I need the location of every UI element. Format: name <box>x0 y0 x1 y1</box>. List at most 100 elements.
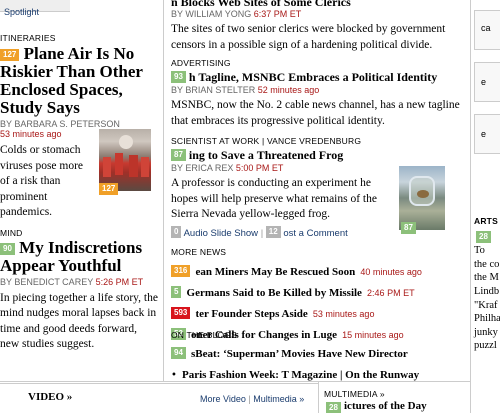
byline-text: By ERICA REX <box>171 163 234 174</box>
right-box[interactable]: e <box>474 114 500 154</box>
timestamp: 53 minutes ago <box>312 309 375 319</box>
headline-text[interactable]: Paris Fashion Week: T Magazine | On the … <box>182 369 419 381</box>
story-headline[interactable]: 93 h Tagline, MSNBC Embraces a Political… <box>171 70 467 84</box>
text-line: Lindb <box>474 285 500 297</box>
bullet-icon: • <box>171 370 177 381</box>
story-summary: In piecing together a life story, the mi… <box>0 291 158 351</box>
story-timestamp: 6:37 PM ET <box>253 9 302 20</box>
story-kicker: ADVERTISING <box>171 58 231 68</box>
story-headline-text[interactable]: Plane Air Is No Riskier Than Other Enclo… <box>0 44 143 117</box>
comment-count-badge[interactable]: 593 <box>171 307 191 319</box>
story-headline[interactable]: n Blocks Web Sites of Some Clerics <box>171 0 467 9</box>
story-timestamp: 5:00 PM ET <box>235 163 284 174</box>
divider-left <box>163 0 164 381</box>
video-links: More Video | Multimedia » <box>200 394 304 404</box>
story-summary: The sites of two senior clerics were blo… <box>171 23 446 51</box>
right-box-text: e <box>481 129 487 139</box>
comment-count-badge[interactable]: 93 <box>171 71 186 83</box>
story-headline-text[interactable]: My Indiscretions Appear Youthful <box>0 238 142 275</box>
text-line: junky <box>474 326 498 338</box>
right-top-boxes: ca e e <box>474 0 500 160</box>
right-box-text: e <box>481 77 487 87</box>
byline-text: By BENEDICT CAREY <box>0 276 94 287</box>
story-summary: Colds or stomach viruses pose more of a … <box>0 144 84 219</box>
comment-count-badge[interactable]: 316 <box>171 265 191 277</box>
section-kicker: ON THE BLOGS <box>171 330 238 340</box>
middle-column: n Blocks Web Sites of Some Clerics By WI… <box>165 0 470 381</box>
story-clerics: n Blocks Web Sites of Some Clerics By WI… <box>171 0 467 53</box>
left-column: Spotlight ITINERARIES 127 Plane Air Is N… <box>0 0 162 381</box>
comment-count-badge[interactable]: 12 <box>265 225 281 238</box>
video-label[interactable]: VIDEO » <box>28 391 72 404</box>
text-line: the co <box>474 258 500 270</box>
story-mind: MIND 90 My Indiscretions Appear Youthful… <box>0 228 162 353</box>
more-news-item[interactable]: 5 Germans Said to Be Killed by Missile 2… <box>171 281 467 300</box>
blog-item[interactable]: 94 sBeat: ‘Superman’ Movies Have New Dir… <box>171 342 467 361</box>
text-line: Philha <box>474 313 500 325</box>
story-kicker: MIND <box>0 228 23 238</box>
story-kicker: SCIENTIST AT WORK | VANCE VREDENBURG <box>171 136 362 146</box>
divider-bottom-mid <box>318 381 319 413</box>
text-line: puzzl <box>474 340 497 352</box>
multimedia-kicker[interactable]: MULTIMEDIA » <box>324 389 385 399</box>
story-headline[interactable]: 127 Plane Air Is No Riskier Than Other E… <box>0 45 162 116</box>
story-byline: By BRIAN STELTER 52 minutes ago <box>171 85 467 95</box>
headline-text[interactable]: ean Miners May Be Rescued Soon <box>195 266 355 278</box>
story-advertising: ADVERTISING 93 h Tagline, MSNBC Embraces… <box>171 58 467 129</box>
photo-comment-badge[interactable]: 87 <box>401 222 416 234</box>
text-line: the M <box>474 272 499 284</box>
photo-comment-badge[interactable]: 127 <box>99 183 119 195</box>
text-line: "Kraf <box>474 299 498 311</box>
timestamp: 2:46 PM ET <box>367 288 415 298</box>
right-box[interactable]: e <box>474 62 500 102</box>
story-headline[interactable]: 90 My Indiscretions Appear Youthful <box>0 239 162 275</box>
comment-count-badge[interactable]: 94 <box>171 347 186 359</box>
story-timestamp: 5:26 PM ET <box>95 276 144 287</box>
more-video-link[interactable]: More Video <box>200 394 246 404</box>
comment-count-badge[interactable]: 127 <box>0 49 20 61</box>
comment-count-badge[interactable]: 28 <box>326 402 341 413</box>
comment-count-badge[interactable]: 90 <box>0 243 15 255</box>
on-the-blogs: ON THE BLOGS 94 sBeat: ‘Superman’ Movies… <box>171 330 467 382</box>
comment-count-badge[interactable]: 5 <box>171 286 182 298</box>
story-timestamp: 52 minutes ago <box>257 85 320 96</box>
spotlight-tab[interactable]: Spotlight <box>0 0 70 17</box>
story-headline[interactable]: 87 ing to Save a Threatened Frog <box>171 148 467 162</box>
more-news-item[interactable]: 593 ter Founder Steps Aside 53 minutes a… <box>171 302 467 321</box>
headline-text[interactable]: Germans Said to Be Killed by Missile <box>187 287 362 299</box>
airplane-cabin-photo[interactable] <box>99 129 151 191</box>
arts-summary: To the co the M Lindb "Kraf Philha junky… <box>474 244 500 353</box>
byline-text: By BRIAN STELTER <box>171 85 256 96</box>
timestamp: 40 minutes ago <box>360 267 422 277</box>
story-byline: By WILLIAM YONG 6:37 PM ET <box>171 9 467 19</box>
headline-text[interactable]: ter Founder Steps Aside <box>195 308 307 320</box>
audio-count-badge[interactable]: 0 <box>171 225 182 238</box>
story-summary: A professor is conducting an experiment … <box>171 177 377 221</box>
more-news-item[interactable]: 316 ean Miners May Be Rescued Soon 40 mi… <box>171 260 467 279</box>
story-summary: MSNBC, now the No. 2 cable news channel,… <box>171 99 460 127</box>
frog-photo[interactable] <box>399 166 445 230</box>
text-line: To <box>474 245 485 256</box>
story-headline-text[interactable]: h Tagline, MSNBC Embraces a Political Id… <box>189 70 437 84</box>
section-kicker: MORE NEWS <box>171 247 227 257</box>
post-comment-link[interactable]: ost a Comment <box>283 228 347 239</box>
multimedia-section: MULTIMEDIA » 28 ictures of the Day <box>320 383 470 413</box>
byline-text: By BARBARA S. PETERSON <box>0 119 120 130</box>
pictures-of-the-day-title[interactable]: ictures of the Day <box>344 400 427 413</box>
audio-slide-show-link[interactable]: Audio Slide Show <box>184 228 258 239</box>
more-news: MORE NEWS 316 ean Miners May Be Rescued … <box>171 247 467 342</box>
right-box[interactable]: ca <box>474 10 500 50</box>
comment-count-badge[interactable]: 28 <box>476 231 491 243</box>
headline-text[interactable]: sBeat: ‘Superman’ Movies Have New Direct… <box>191 348 408 360</box>
arts-kicker: ARTS <box>474 216 498 226</box>
right-box-text: ca <box>481 23 491 33</box>
divider-right <box>470 0 471 413</box>
multimedia-link[interactable]: Multimedia » <box>253 394 304 404</box>
blog-item[interactable]: • Paris Fashion Week: T Magazine | On th… <box>171 363 467 382</box>
comment-count-badge[interactable]: 87 <box>171 149 186 161</box>
video-section: VIDEO » More Video | Multimedia » <box>0 383 318 413</box>
story-kicker: ITINERARIES <box>0 33 56 43</box>
byline-text: By WILLIAM YONG <box>171 9 252 20</box>
right-column: ca e e ARTS 28 To the co the M Lindb "Kr… <box>472 0 500 413</box>
story-headline-text[interactable]: ing to Save a Threatened Frog <box>189 148 343 162</box>
